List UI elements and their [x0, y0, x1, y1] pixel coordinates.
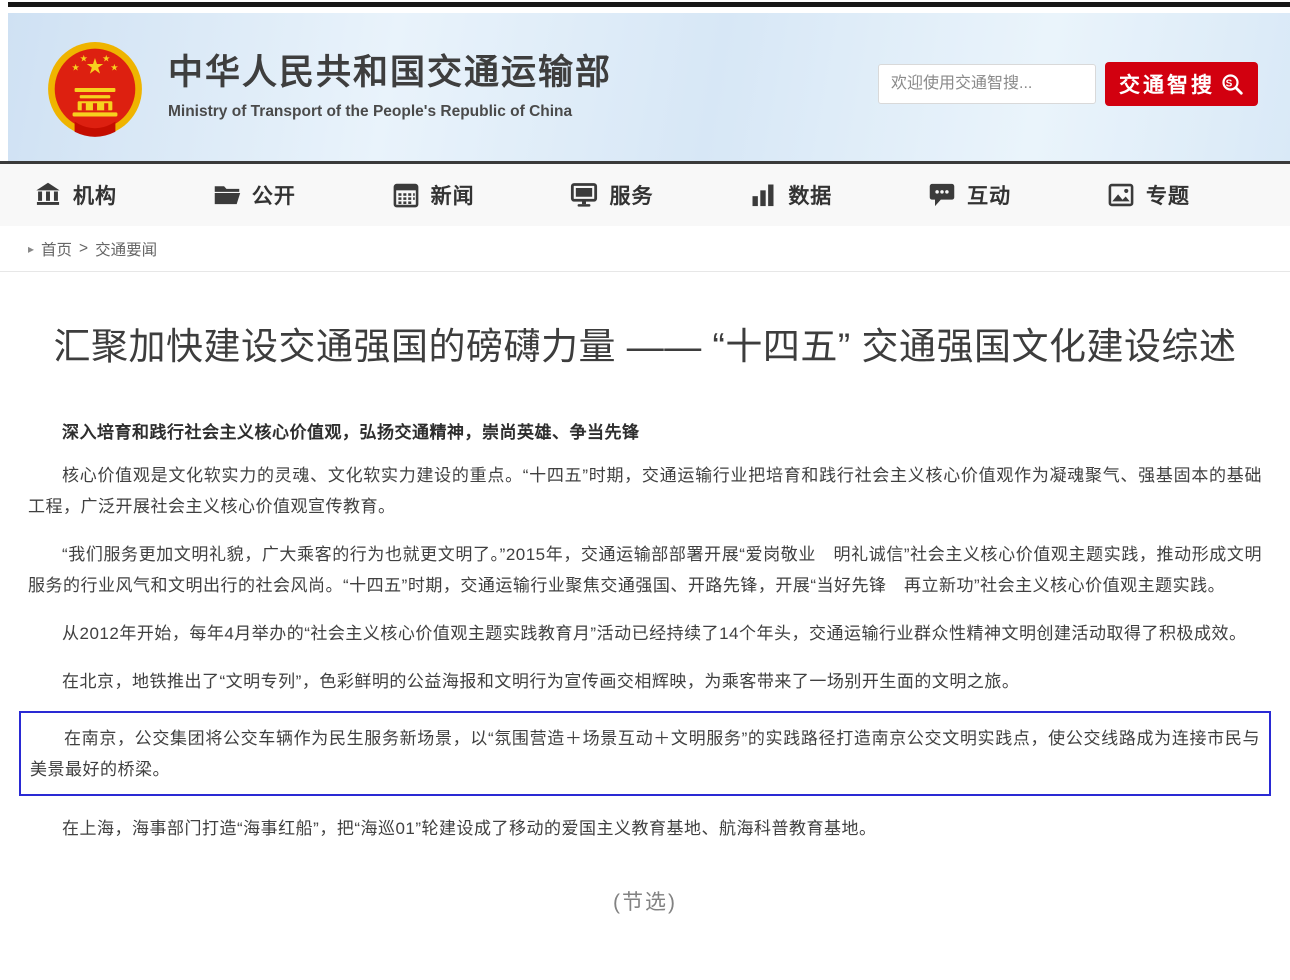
breadcrumb-current-link[interactable]: 交通要闻: [95, 238, 157, 260]
top-edge-strip: [8, 2, 1290, 7]
nav-label: 服务: [609, 180, 653, 210]
calendar-icon: [392, 181, 420, 209]
article-paragraph: 在上海，海事部门打造“海事红船”，把“海巡01”轮建设成了移动的爱国主义教育基地…: [28, 813, 1262, 844]
nav-item-institution[interactable]: 机构: [34, 180, 117, 210]
highlighted-paragraph-box: 在南京，公交集团将公交车辆作为民生服务新场景，以“氛围营造＋场景互动＋文明服务”…: [19, 711, 1271, 796]
article-paragraph: 核心价值观是文化软实力的灵魂、文化软实力建设的重点。“十四五”时期，交通运输行业…: [28, 460, 1262, 522]
article-paragraph: “我们服务更加文明礼貌，广大乘客的行为也就更文明了。”2015年，交通运输部部署…: [28, 539, 1262, 601]
nav-item-services[interactable]: 服务: [570, 180, 653, 210]
site-header: ★ ★ ★ ★ ★ 中华人民共和国交通运输部 Ministry of Trans…: [8, 13, 1290, 161]
article-paragraph-highlighted: 在南京，公交集团将公交车辆作为民生服务新场景，以“氛围营造＋场景互动＋文明服务”…: [30, 723, 1260, 785]
search-button-label: 交通智搜: [1119, 69, 1215, 99]
breadcrumb-home-link[interactable]: 首页: [41, 238, 72, 260]
article-paragraph: 在北京，地铁推出了“文明专列”，色彩鲜明的公益海报和文明行为宣传画交相辉映，为乘…: [28, 666, 1262, 697]
site-subtitle: Ministry of Transport of the People's Re…: [168, 103, 878, 121]
china-national-emblem-icon: ★ ★ ★ ★ ★: [44, 40, 146, 142]
magnifier-s-icon: S: [1220, 72, 1244, 96]
breadcrumb-separator: >: [79, 240, 88, 258]
picture-icon: [1107, 181, 1135, 209]
svg-text:S: S: [1226, 78, 1236, 89]
nav-item-news[interactable]: 新闻: [392, 180, 475, 210]
speech-bubble-icon: [928, 181, 956, 209]
article-lead: 深入培育和践行社会主义核心价值观，弘扬交通精神，崇尚英雄、争当先锋: [28, 418, 1262, 443]
search-group: 交通智搜 S: [878, 62, 1258, 106]
nav-label: 公开: [252, 180, 296, 210]
article: 汇聚加快建设交通强国的磅礴力量 —— “十四五” 交通强国文化建设综述 深入培育…: [0, 316, 1290, 916]
search-input[interactable]: [878, 64, 1096, 104]
article-paragraph: 从2012年开始，每年4月举办的“社会主义核心价值观主题实践教育月”活动已经持续…: [28, 618, 1262, 649]
svg-text:★: ★: [102, 53, 110, 63]
nav-label: 互动: [967, 180, 1011, 210]
breadcrumb: ▸ 首页 > 交通要闻: [0, 226, 1290, 272]
nav-label: 专题: [1146, 180, 1190, 210]
svg-text:★: ★: [72, 63, 80, 73]
nav-label: 新闻: [431, 180, 475, 210]
nav-label: 机构: [73, 180, 117, 210]
nav-label: 数据: [788, 180, 832, 210]
svg-text:★: ★: [110, 63, 118, 73]
main-nav: 机构 公开 新闻 服务 数据: [0, 164, 1290, 226]
smart-search-button[interactable]: 交通智搜 S: [1105, 62, 1258, 106]
site-title-block: 中华人民共和国交通运输部 Ministry of Transport of th…: [168, 53, 878, 120]
open-folder-icon: [213, 181, 241, 209]
nav-item-public[interactable]: 公开: [213, 180, 296, 210]
nav-item-topics[interactable]: 专题: [1107, 180, 1190, 210]
institution-bank-icon: [34, 181, 62, 209]
site-title: 中华人民共和国交通运输部: [168, 53, 878, 93]
svg-text:★: ★: [80, 53, 88, 63]
nav-item-data[interactable]: 数据: [749, 180, 832, 210]
monitor-icon: [570, 181, 598, 209]
excerpt-note: (节选): [28, 886, 1262, 916]
nav-item-interaction[interactable]: 互动: [928, 180, 1011, 210]
bar-chart-icon: [749, 181, 777, 209]
article-title: 汇聚加快建设交通强国的磅礴力量 —— “十四五” 交通强国文化建设综述: [28, 316, 1262, 370]
breadcrumb-marker-icon: ▸: [28, 242, 34, 256]
